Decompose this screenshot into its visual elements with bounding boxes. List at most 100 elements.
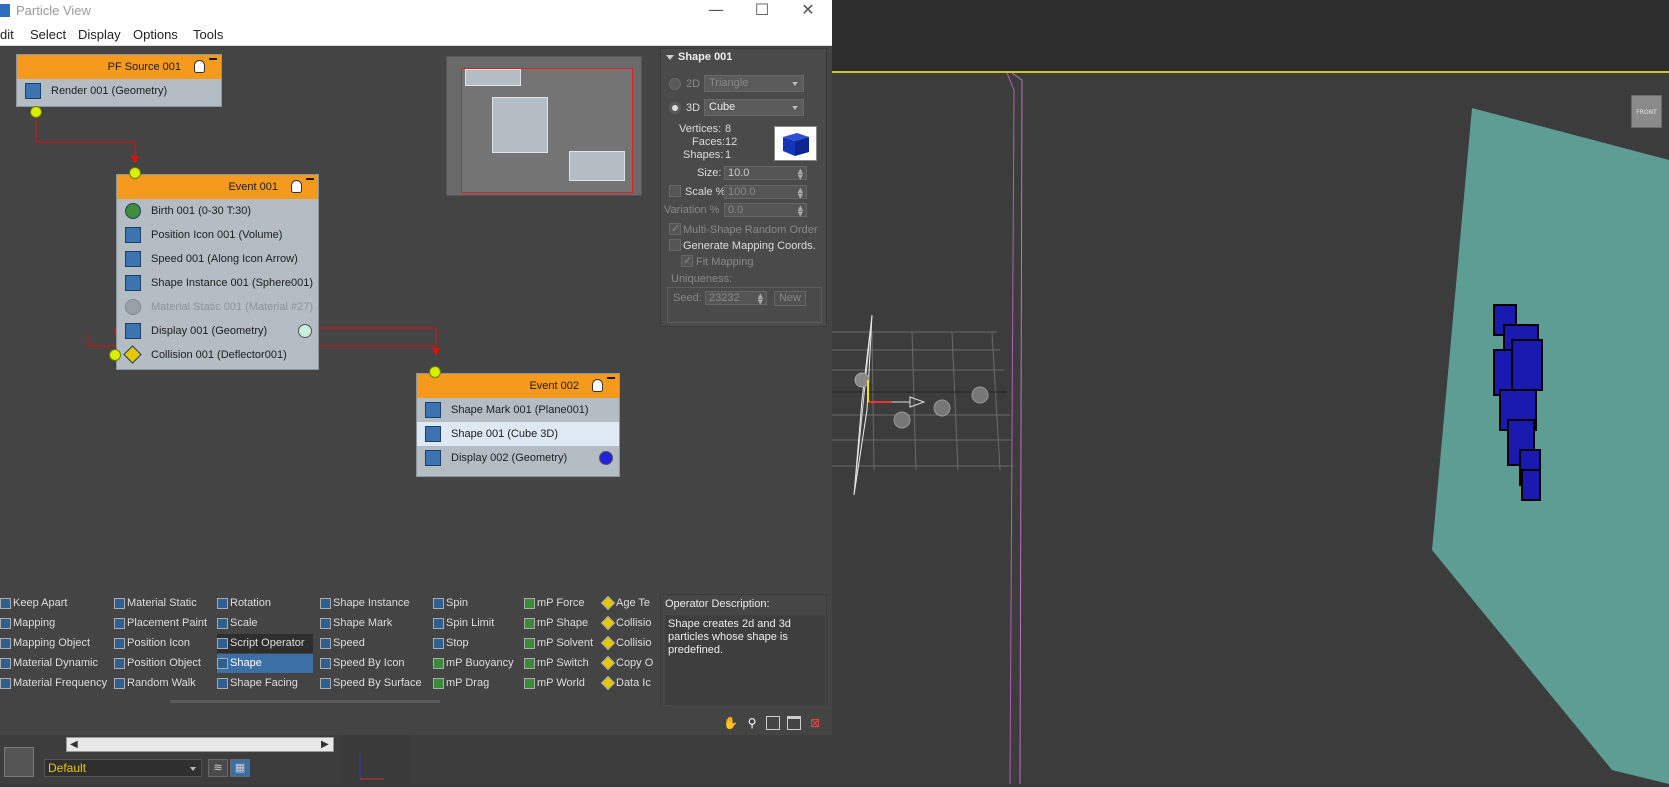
layer-explorer-icon[interactable]: ▦ [230,759,250,777]
depot-item[interactable]: Speed By Surface [320,674,422,693]
depot-item[interactable]: Data Ic [600,674,651,693]
event-001-node[interactable]: Event 001 Birth 001 (0-30 T:30) Position… [116,174,319,370]
depot-item[interactable]: Material Dynamic [0,654,98,673]
depot-item[interactable]: Mapping [0,614,55,633]
operator-row[interactable]: Shape Mark 001 (Plane001) [417,398,619,422]
title-bar[interactable]: Particle View — ☐ ✕ [0,0,832,22]
lightbulb-icon[interactable] [194,60,205,73]
scroll-left-icon[interactable]: ◀ [70,738,78,751]
operator-row[interactable]: Speed 001 (Along Icon Arrow) [117,247,318,271]
depot-item[interactable]: Spin [433,594,468,613]
horizontal-scrollbar[interactable]: ◀ ▶ [66,737,334,752]
layer-select[interactable]: Default [44,759,202,777]
depot-item[interactable]: mP Drag [433,674,489,693]
depot-item-selected[interactable]: Shape [217,654,313,673]
scale-spinner[interactable]: 100.0 ▲ ▼ [724,185,807,200]
depot-item[interactable]: Random Walk [114,674,196,693]
operator-row[interactable]: Shape Instance 001 (Sphere001) [117,271,318,295]
menu-tools[interactable]: Tools [193,27,223,42]
particle-graph[interactable]: PF Source 001 Render 001 (Geometry) Even… [0,46,655,594]
variation-spinner[interactable]: 0.0 ▲ ▼ [724,203,807,218]
depot-item[interactable]: Collisio [600,614,651,633]
collapse-icon[interactable] [209,58,217,60]
input-port[interactable] [129,167,141,179]
depot-item[interactable]: mP World [524,674,585,693]
depot-item[interactable]: Material Frequency [0,674,107,693]
spinner-arrows-icon[interactable]: ▲ ▼ [798,187,803,200]
spinner-arrows-icon[interactable]: ▲ ▼ [798,168,803,181]
viewcube[interactable]: FRONT [1631,95,1662,128]
depot-scrollbar[interactable] [170,700,440,703]
depot-item[interactable]: Script Operator [217,634,313,653]
depot-item[interactable]: Material Static [114,594,197,613]
spinner-arrows-icon[interactable]: ▲ ▼ [798,205,803,218]
depot-item[interactable]: Collisio [600,634,651,653]
navigator-map[interactable] [446,56,642,196]
depot-item[interactable]: Spin Limit [433,614,494,633]
shape-2d-select[interactable]: Triangle [704,75,804,92]
depot-item[interactable]: Position Icon [114,634,190,653]
menu-select[interactable]: Select [30,27,66,42]
lightbulb-icon[interactable] [291,180,302,193]
event-002-header[interactable]: Event 002 [417,374,619,398]
radio-3d[interactable] [669,102,681,114]
lightbulb-icon[interactable] [592,379,603,392]
radio-2d[interactable] [669,78,681,90]
depot-item[interactable]: mP Shape [524,614,588,633]
menu-options[interactable]: Options [133,27,178,42]
no-zoom-icon[interactable]: ⊠ [808,716,822,730]
depot-item[interactable]: Position Object [114,654,201,673]
gen-mapping-checkbox[interactable] [669,239,681,251]
maximize-button[interactable]: ☐ [739,0,785,22]
3d-viewport[interactable]: FRONT [832,0,1669,784]
fit-icon[interactable] [787,716,801,730]
layers-icon[interactable]: ≋ [208,759,228,777]
menu-display[interactable]: Display [78,27,121,42]
depot-item[interactable]: Placement Paint [114,614,207,633]
operator-row[interactable]: Display 002 (Geometry) [417,446,619,470]
depot-item[interactable]: Copy O [600,654,653,673]
minimize-button[interactable]: — [693,0,739,22]
operator-row[interactable]: Render 001 (Geometry) [17,79,221,103]
new-seed-button[interactable]: New [774,291,806,306]
multi-shape-checkbox[interactable] [669,222,681,235]
operator-row[interactable]: Collision 001 (Deflector001) [117,343,318,367]
output-port[interactable] [109,349,121,361]
depot-item[interactable]: mP Buoyancy [433,654,514,673]
collapse-icon[interactable] [306,178,314,180]
depot-item[interactable]: Speed By Icon [320,654,405,673]
shape-3d-select[interactable]: Cube [704,99,804,116]
depot-item[interactable]: Stop [433,634,469,653]
depot-item[interactable]: mP Switch [524,654,589,673]
operator-row[interactable]: Birth 001 (0-30 T:30) [117,199,318,223]
zoom-icon[interactable]: ⚲ [745,716,759,730]
depot-item[interactable]: mP Solvent [524,634,593,653]
pf-source-header[interactable]: PF Source 001 [17,55,221,79]
close-button[interactable]: ✕ [785,0,831,22]
scale-checkbox[interactable] [669,185,681,197]
depot-item[interactable]: Speed [320,634,365,653]
display-color-swatch[interactable] [599,451,613,465]
event-002-node[interactable]: Event 002 Shape Mark 001 (Plane001) Shap… [416,373,620,477]
pf-source-node[interactable]: PF Source 001 Render 001 (Geometry) [16,54,222,107]
depot-item[interactable]: Keep Apart [0,594,67,613]
depot-item[interactable]: Mapping Object [0,634,90,653]
spinner-arrows-icon[interactable]: ▲ ▼ [758,293,763,306]
output-port[interactable] [30,106,42,118]
depot-item[interactable]: Shape Mark [320,614,392,633]
size-spinner[interactable]: 10.0 ▲ ▼ [724,166,807,181]
operator-row[interactable]: Position Icon 001 (Volume) [117,223,318,247]
operator-row[interactable]: Display 001 (Geometry) [117,319,318,343]
depot-item[interactable]: Shape Instance [320,594,409,613]
depot-item[interactable]: Age Te [600,594,650,613]
operator-row-selected[interactable]: Shape 001 (Cube 3D) [417,422,619,446]
depot-item[interactable]: Scale [217,614,313,633]
menu-edit[interactable]: dit [0,27,14,42]
depot-item[interactable]: mP Force [524,594,584,613]
rollout-title[interactable]: Shape 001 [661,49,828,66]
fit-mapping-checkbox[interactable] [681,254,693,267]
display-color-swatch[interactable] [298,324,312,338]
scroll-right-icon[interactable]: ▶ [321,738,329,751]
seed-spinner[interactable]: 23232 ▲ ▼ [705,291,767,306]
depot-item[interactable]: Rotation [217,594,313,613]
